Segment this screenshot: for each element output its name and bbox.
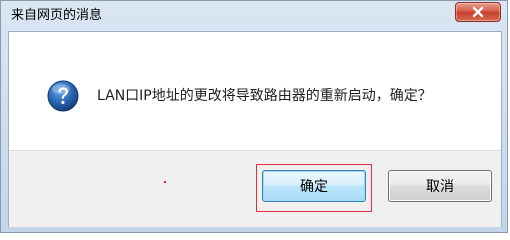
question-icon	[47, 80, 79, 112]
dialog-message: LAN口IP地址的更改将导致路由器的重新启动，确定？	[97, 88, 432, 104]
dialog-body: LAN口IP地址的更改将导致路由器的重新启动，确定？ 确定 取消	[8, 31, 502, 227]
message-area: LAN口IP地址的更改将导致路由器的重新启动，确定？	[9, 32, 501, 150]
close-button[interactable]	[455, 2, 501, 22]
cancel-button[interactable]: 取消	[388, 170, 492, 202]
ok-button[interactable]: 确定	[262, 170, 366, 202]
dialog-title: 来自网页的消息	[11, 8, 103, 23]
stray-mark	[164, 181, 166, 183]
button-bar: 确定 取消	[9, 150, 501, 227]
close-x-icon	[472, 6, 484, 18]
message-dialog: 来自网页的消息 LAN口IP地址的更改将导致路由器的重新启动，确定？ 确定 取消	[0, 0, 508, 233]
title-bar[interactable]: 来自网页的消息	[1, 1, 507, 31]
